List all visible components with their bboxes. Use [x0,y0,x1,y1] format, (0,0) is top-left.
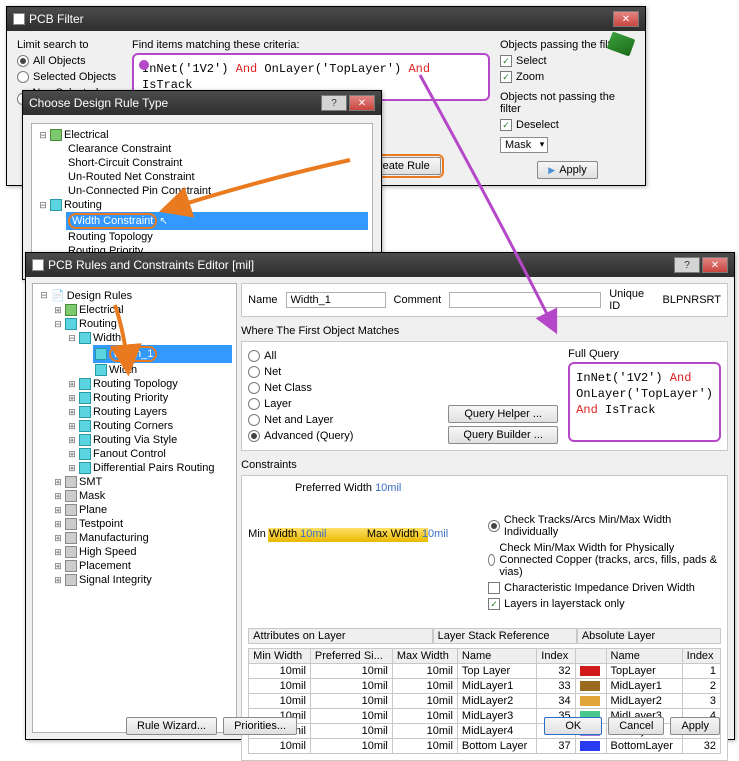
title: Choose Design Rule Type [29,96,168,110]
routing-icon [50,199,62,211]
electrical-icon [65,304,77,316]
scope-radio[interactable]: Advanced (Query) [248,428,448,444]
priorities-button[interactable]: Priorities... [223,717,297,735]
editor-titlebar[interactable]: PCB Rules and Constraints Editor [mil] ?… [26,253,734,277]
where-label: Where The First Object Matches [241,325,728,337]
pcb-filter-titlebar[interactable]: PCB Filter ✕ [7,7,645,31]
editor-window: PCB Rules and Constraints Editor [mil] ?… [25,252,735,740]
title: PCB Filter [29,12,84,26]
full-query-box[interactable]: InNet('1V2') And OnLayer('TopLayer')And … [568,362,721,442]
table-row[interactable]: 10mil10mil10milMidLayer234MidLayer23 [249,694,721,709]
rule-header: Name Comment Unique ID BLPNRSRT [241,283,728,317]
comment-input[interactable] [449,292,601,308]
scope-radio[interactable]: Net Class [248,380,448,396]
help-icon[interactable]: ? [321,95,347,111]
tree-node-width1[interactable]: Width_1 [93,345,232,363]
apply-button[interactable]: Apply [670,717,720,735]
name-input[interactable] [286,292,386,308]
title: PCB Rules and Constraints Editor [mil] [48,258,254,272]
window-icon [32,259,44,271]
close-icon[interactable]: ✕ [349,95,375,111]
rule-wizard-button[interactable]: Rule Wizard... [126,717,217,735]
radio-option[interactable]: Selected Objects [17,69,132,85]
radio-option[interactable]: All Objects [17,53,132,69]
electrical-icon [50,129,62,141]
table-row[interactable]: 10mil10mil10milTop Layer32TopLayer1 [249,664,721,679]
query-builder-button[interactable]: Query Builder ... [448,426,558,444]
cancel-button[interactable]: Cancel [608,717,664,735]
query-helper-button[interactable]: Query Helper ... [448,405,558,423]
tree-node[interactable]: ⊟Routing [36,198,368,212]
check-option[interactable]: ✓Select [500,53,635,69]
limit-label: Limit search to [17,37,132,53]
ok-button[interactable]: OK [544,717,602,735]
check-option[interactable]: ✓Zoom [500,69,635,85]
table-row[interactable]: 10mil10mil10milMidLayer133MidLayer12 [249,679,721,694]
rule-type-titlebar[interactable]: Choose Design Rule Type ? ✕ [23,91,381,115]
window-icon [13,13,25,25]
rule-type-tree[interactable]: ⊟Electrical Clearance ConstraintShort-Ci… [31,123,373,273]
help-icon[interactable]: ? [674,257,700,273]
editor-rule-tree[interactable]: ⊟📄Design Rules ⊞Electrical ⊟Routing ⊟Wid… [32,283,237,733]
layers-table[interactable]: Min WidthPreferred Si...Max WidthNameInd… [248,648,721,754]
scope-radio[interactable]: Net and Layer [248,412,448,428]
scope-radio[interactable]: Net [248,364,448,380]
full-query-label: Full Query [568,348,721,360]
scope-radio[interactable]: All [248,348,448,364]
criteria-label: Find items matching these criteria: [132,37,490,53]
apply-button[interactable]: Apply [537,161,597,179]
table-row[interactable]: 10mil10mil10milBottom Layer37BottomLayer… [249,739,721,754]
close-icon[interactable]: ✕ [613,11,639,27]
scope-radio[interactable]: Layer [248,396,448,412]
close-icon[interactable]: ✕ [702,257,728,273]
routing-icon [65,318,77,330]
check-option[interactable]: ✓Deselect [500,117,635,133]
mask-dropdown[interactable]: Mask [500,137,548,153]
notpassing-label: Objects not passing the filter [500,89,635,117]
tree-node[interactable]: ⊟Electrical [36,128,368,142]
